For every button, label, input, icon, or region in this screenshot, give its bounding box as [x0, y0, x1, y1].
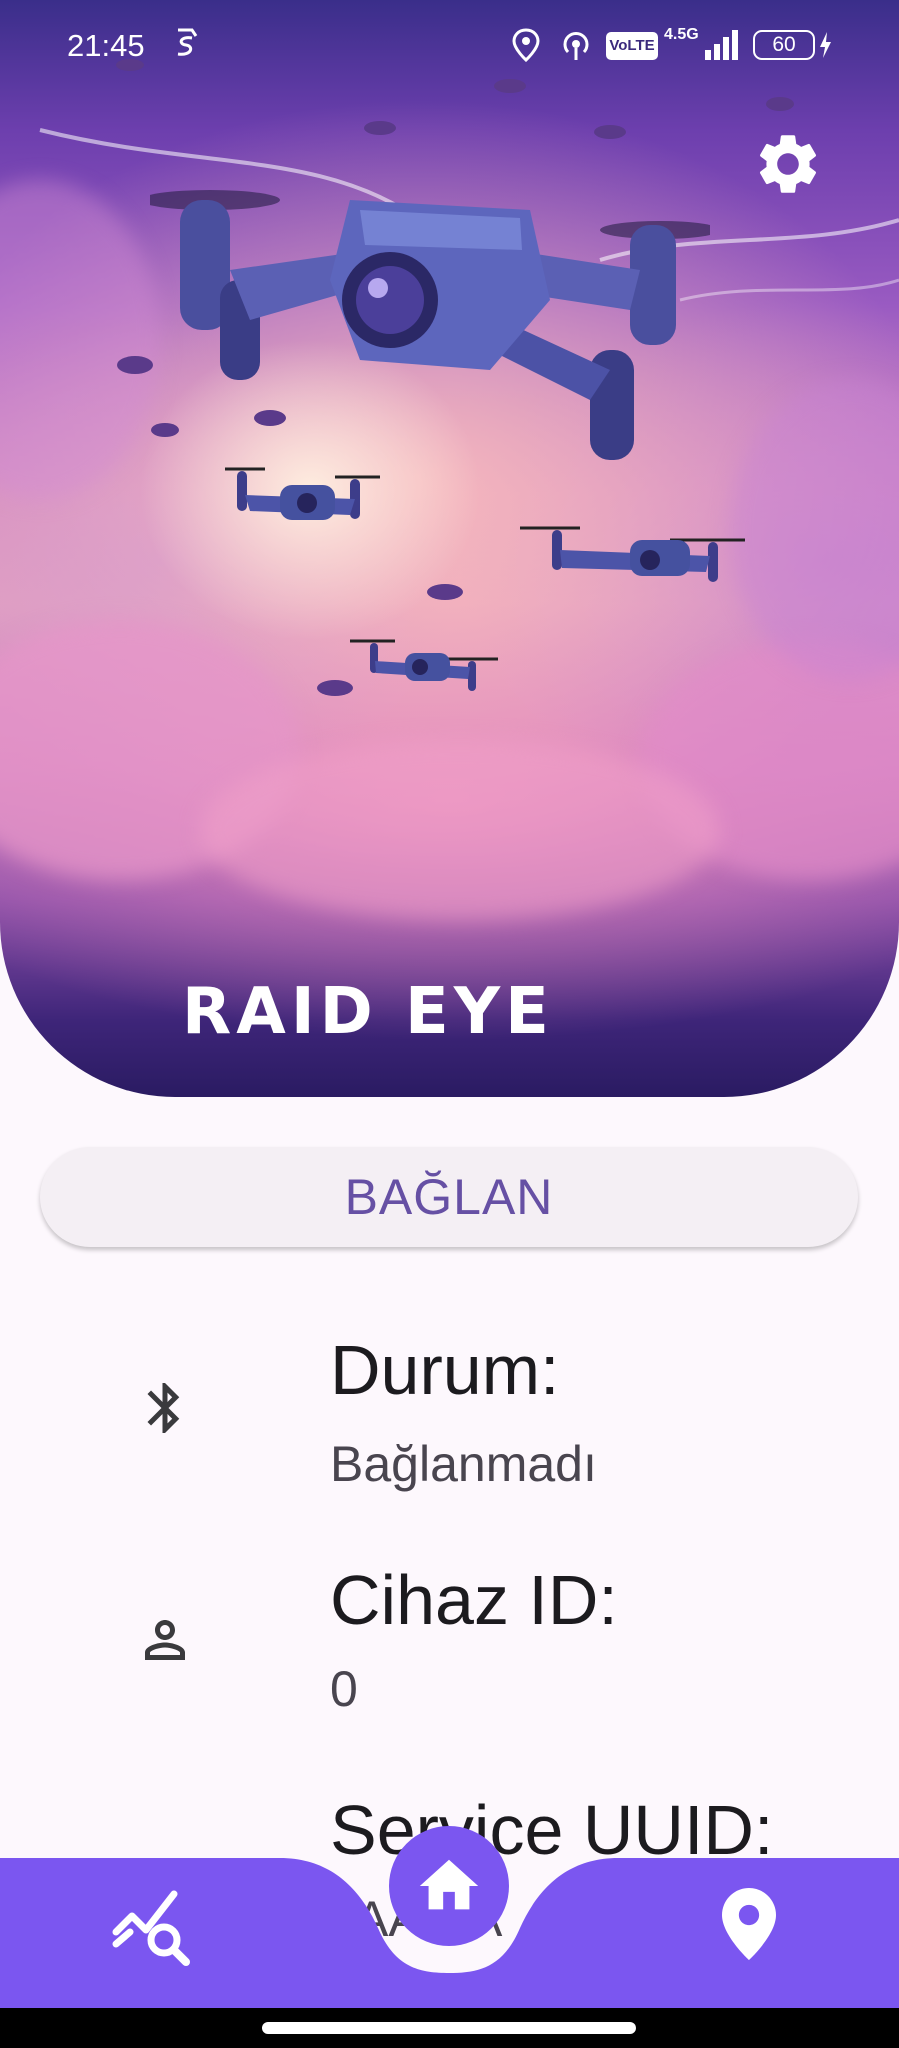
home-button[interactable]: [389, 1826, 509, 1946]
status-time: 21:45: [67, 28, 145, 63]
connect-button[interactable]: BAĞLAN: [40, 1147, 858, 1247]
gear-icon[interactable]: [752, 128, 824, 200]
status-title: Durum:: [330, 1331, 560, 1409]
device-id-value: 0: [330, 1661, 358, 1717]
charging-icon: [820, 32, 831, 58]
chart-search-icon[interactable]: [112, 1888, 192, 1968]
volte-badge: VoLTE: [606, 32, 658, 60]
bluetooth-icon: [147, 1383, 180, 1433]
home-icon: [419, 1859, 479, 1910]
signal-icon: [705, 30, 738, 60]
hotspot-icon: [563, 32, 589, 60]
person-icon: [145, 1620, 185, 1660]
location-pin-icon[interactable]: [722, 1888, 776, 1960]
network-type: 4.5G: [664, 26, 699, 43]
home-indicator[interactable]: [262, 2022, 636, 2034]
app-logo: RAID EYE: [182, 975, 554, 1049]
hero-banner: 21:45 VoLTE 4.5G 60 RAID EYE: [0, 0, 899, 1097]
battery-icon: 60: [753, 30, 815, 60]
location-icon: [512, 28, 540, 62]
status-bar: 21:45 VoLTE 4.5G 60: [0, 0, 899, 94]
screen-record-icon: [177, 28, 198, 56]
status-value: Bağlanmadı: [330, 1436, 597, 1492]
device-id-title: Cihaz ID:: [330, 1561, 618, 1639]
